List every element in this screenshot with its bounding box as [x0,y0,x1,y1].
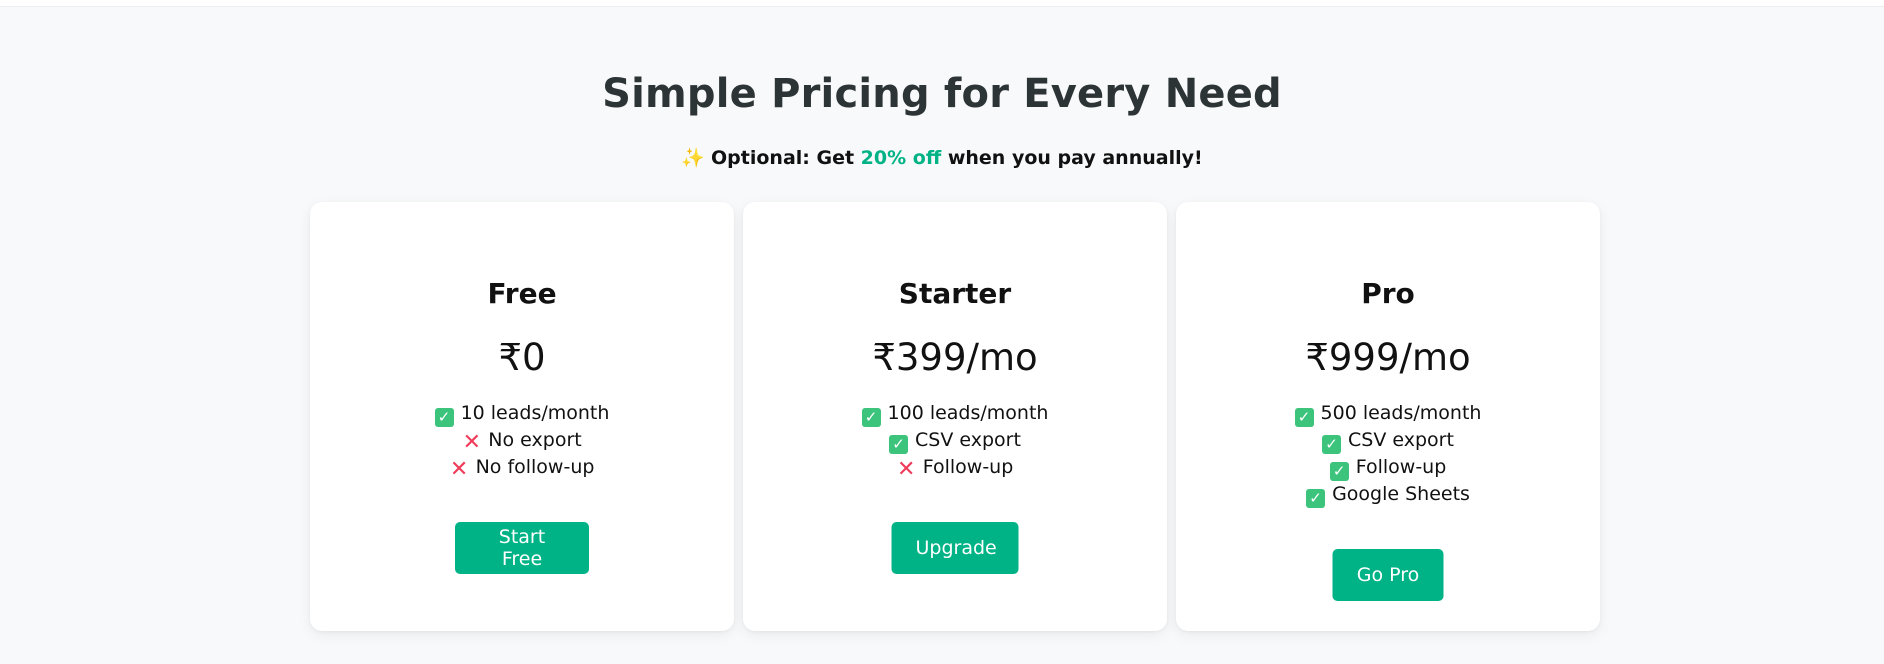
page-title: Simple Pricing for Every Need [602,71,1282,117]
feature-list: ✓ 10 leads/month ✕ No export ✕ No follow-up [310,400,734,481]
feature-item: ✕ Follow-up [743,454,1167,481]
feature-item: ✓ 100 leads/month [743,400,1167,427]
feature-item: ✓ CSV export [743,427,1167,454]
plan-price: ₹399/mo [872,336,1038,379]
go-pro-button[interactable]: Go Pro [1332,549,1444,601]
cross-icon: ✕ [897,457,916,482]
cross-icon: ✕ [462,430,481,455]
feature-text: No follow-up [475,456,595,478]
check-icon: ✓ [1294,408,1314,427]
feature-item: ✕ No export [310,427,734,454]
feature-item: ✕ No follow-up [310,454,734,481]
feature-text: 100 leads/month [887,402,1049,424]
feature-text: Follow-up [922,456,1014,478]
cross-icon: ✕ [449,457,469,482]
feature-item: ✓ Follow-up [1176,454,1600,481]
discount-prefix: Optional: Get [711,147,861,169]
check-icon: ✓ [1322,435,1342,454]
check-icon: ✓ [434,408,454,427]
pricing-cards: Free ₹0 ✓ 10 leads/month ✕ No export ✕ No f… [310,202,1602,638]
feature-text: CSV export [1348,429,1454,451]
feature-item: ✓ Google Sheets [1176,481,1600,508]
feature-list: ✓ 500 leads/month ✓ CSV export ✓ Follow-up … [1176,400,1600,508]
discount-highlight: 20% off [860,147,942,169]
feature-text: Follow-up [1355,456,1447,478]
plan-card-free: Free ₹0 ✓ 10 leads/month ✕ No export ✕ No f… [310,202,734,631]
feature-item: ✓ 10 leads/month [310,400,734,427]
check-icon: ✓ [1329,462,1349,481]
feature-text: 500 leads/month [1320,402,1482,424]
plan-price: ₹999/mo [1305,336,1471,379]
check-icon: ✓ [889,435,909,454]
feature-text: No export [488,429,582,451]
check-icon: ✓ [1306,489,1326,508]
plan-name: Free [487,277,557,310]
feature-list: ✓ 100 leads/month ✓ CSV export ✕ Follow-up [743,400,1167,481]
annual-discount-note: ✨ Optional: Get 20% off when you pay annu… [0,146,1884,169]
discount-suffix: when you pay annually! [941,147,1203,169]
upgrade-button[interactable]: Upgrade [891,522,1019,574]
plan-card-starter: Starter ₹399/mo ✓ 100 leads/month ✓ CSV ex… [743,202,1167,631]
plan-name: Pro [1361,277,1415,310]
plan-card-pro: Pro ₹999/mo ✓ 500 leads/month ✓ CSV export… [1176,202,1600,631]
check-icon: ✓ [861,408,881,427]
feature-text: Google Sheets [1332,483,1470,505]
top-navbar-edge [0,0,1884,7]
feature-text: CSV export [915,429,1021,451]
feature-text: 10 leads/month [460,402,610,424]
feature-item: ✓ CSV export [1176,427,1600,454]
start-free-button[interactable]: Start Free [455,522,589,574]
plan-price: ₹0 [498,336,546,379]
plan-name: Starter [898,277,1012,310]
sparkle-icon: ✨ [681,147,706,169]
feature-item: ✓ 500 leads/month [1176,400,1600,427]
